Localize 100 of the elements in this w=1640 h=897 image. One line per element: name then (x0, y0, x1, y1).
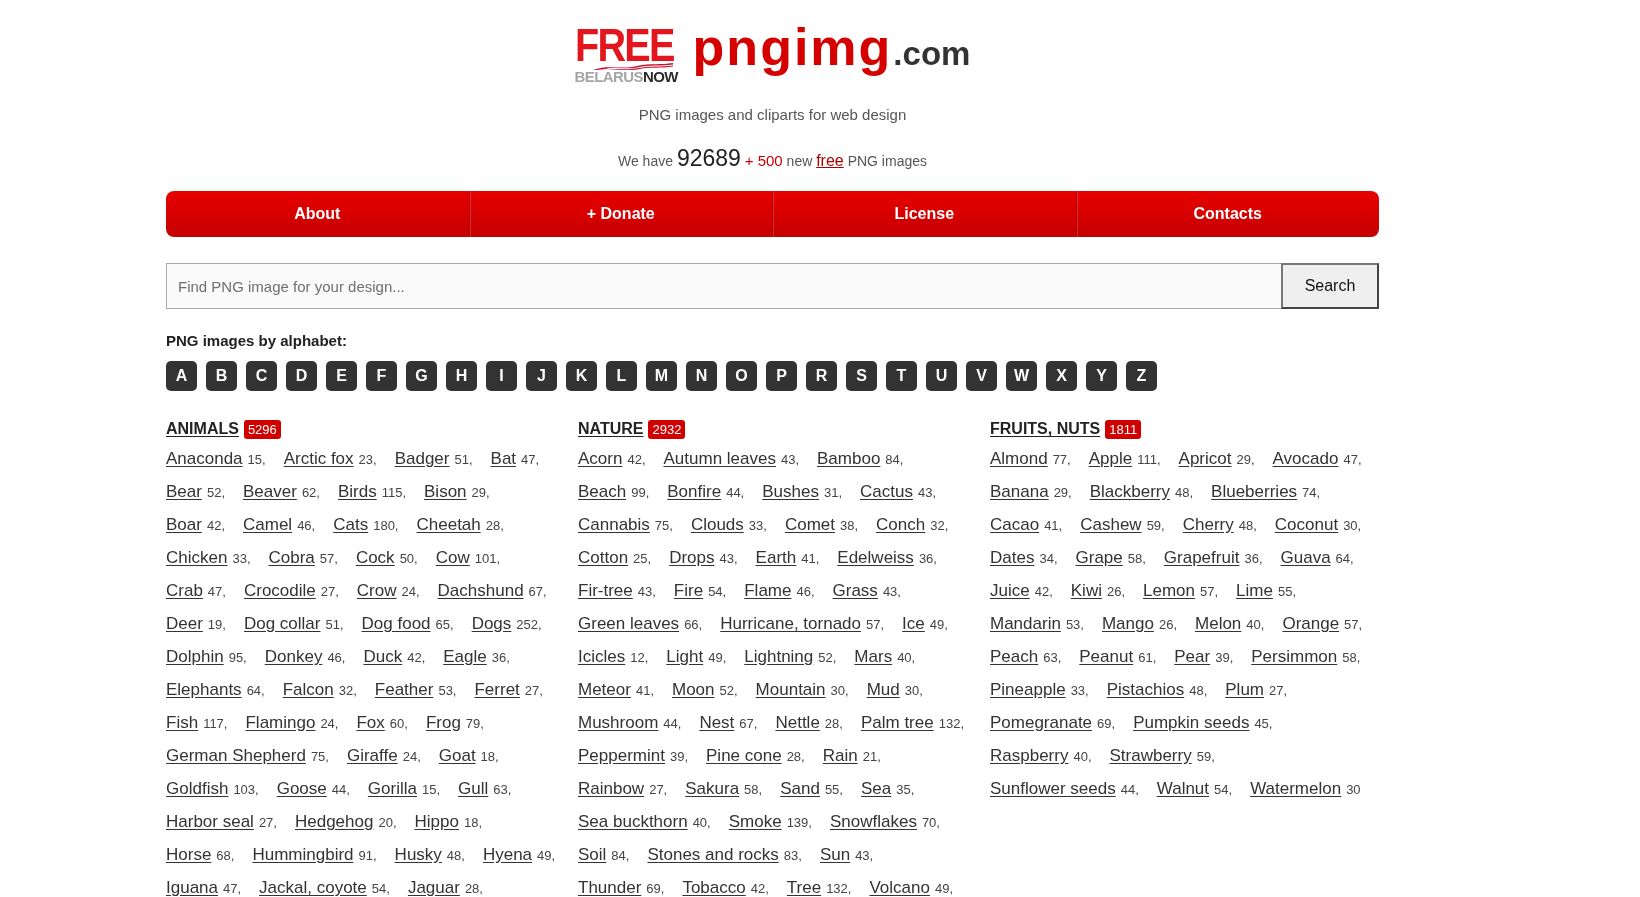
category-heading-link[interactable]: NATURE (578, 420, 644, 438)
category-link[interactable]: Gorilla (367, 773, 417, 805)
category-link[interactable]: Cashew (1080, 509, 1142, 541)
category-link[interactable]: Bison (424, 476, 467, 508)
category-link[interactable]: Bonfire (667, 476, 722, 508)
category-link[interactable]: Icicles (578, 641, 626, 673)
category-link[interactable]: Boar (166, 509, 202, 541)
category-link[interactable]: Cannabis (578, 509, 650, 541)
category-link[interactable]: Cobra (268, 542, 315, 574)
letter-button[interactable]: V (966, 361, 997, 391)
category-link[interactable]: Gull (458, 773, 489, 805)
category-link[interactable]: Dog food (361, 608, 431, 640)
letter-button[interactable]: U (926, 361, 957, 391)
category-link[interactable]: Goldfish (166, 773, 229, 805)
nav-button[interactable]: License (772, 191, 1076, 237)
category-link[interactable]: Fire (673, 575, 704, 607)
site-wordmark[interactable]: pngimg.com (692, 21, 971, 86)
category-link[interactable]: Grass (832, 575, 878, 607)
category-link[interactable]: Frog (425, 707, 461, 739)
category-link[interactable]: Mandarin (990, 608, 1061, 640)
category-link[interactable]: Mars (854, 641, 893, 673)
category-link[interactable]: Hummingbird (252, 839, 354, 871)
category-link[interactable]: Light (666, 641, 704, 673)
letter-button[interactable]: X (1046, 361, 1077, 391)
category-link[interactable]: Walnut (1156, 773, 1210, 805)
search-button[interactable]: Search (1281, 263, 1379, 309)
category-link[interactable]: Almond (990, 443, 1048, 475)
category-link[interactable]: Pistachios (1106, 674, 1185, 706)
category-heading-link[interactable]: ANIMALS (166, 420, 239, 438)
category-link[interactable]: Sea (860, 773, 892, 805)
category-link[interactable]: Pomegranate (990, 707, 1093, 739)
category-link[interactable]: Camel (243, 509, 293, 541)
category-link[interactable]: Sakura (685, 773, 740, 805)
category-link[interactable]: Hyena (482, 839, 533, 871)
category-link[interactable]: Soil (578, 839, 607, 871)
category-link[interactable]: Blackberry (1089, 476, 1170, 508)
category-link[interactable]: Orange (1282, 608, 1340, 640)
category-link[interactable]: Banana (990, 476, 1049, 508)
category-link[interactable]: Ferret (474, 674, 520, 706)
letter-button[interactable]: T (886, 361, 917, 391)
category-link[interactable]: Dog collar (243, 608, 321, 640)
category-link[interactable]: Rainbow (578, 773, 645, 805)
category-link[interactable]: Eagle (443, 641, 487, 673)
category-link[interactable]: Lime (1236, 575, 1273, 607)
letter-button[interactable]: L (606, 361, 637, 391)
category-link[interactable]: Horse (166, 839, 212, 871)
category-link[interactable]: Smoke (728, 806, 782, 838)
category-link[interactable]: Cacao (990, 509, 1040, 541)
category-link[interactable]: Volcano (869, 872, 930, 897)
category-link[interactable]: Mountain (755, 674, 826, 706)
category-link[interactable]: Beach (578, 476, 627, 508)
category-link[interactable]: Rain (822, 740, 858, 772)
category-link[interactable]: Hedgehog (294, 806, 374, 838)
category-link[interactable]: Peanut (1079, 641, 1134, 673)
category-link[interactable]: Melon (1195, 608, 1242, 640)
category-link[interactable]: Fir-tree (578, 575, 633, 607)
category-link[interactable]: Hippo (414, 806, 459, 838)
category-link[interactable]: Lightning (744, 641, 814, 673)
category-link[interactable]: Clouds (690, 509, 744, 541)
category-link[interactable]: Duck (363, 641, 403, 673)
category-link[interactable]: Sea buckthorn (578, 806, 688, 838)
category-link[interactable]: Cotton (578, 542, 629, 574)
category-link[interactable]: Goat (438, 740, 476, 772)
letter-button[interactable]: K (566, 361, 597, 391)
category-link[interactable]: Sand (780, 773, 820, 805)
category-link[interactable]: Jackal, coyote (259, 872, 367, 897)
category-link[interactable]: Moon (672, 674, 715, 706)
category-link[interactable]: Apple (1088, 443, 1133, 475)
letter-button[interactable]: M (646, 361, 677, 391)
category-link[interactable]: Giraffe (346, 740, 398, 772)
category-link[interactable]: Hurricane, tornado (720, 608, 861, 640)
category-link[interactable]: Beaver (243, 476, 297, 508)
free-link[interactable]: free (816, 152, 844, 169)
category-link[interactable]: Bear (166, 476, 202, 508)
category-link[interactable]: Falcon (282, 674, 334, 706)
category-link[interactable]: Pumpkin seeds (1133, 707, 1250, 739)
letter-button[interactable]: C (246, 361, 277, 391)
category-link[interactable]: Flamingo (245, 707, 316, 739)
category-link[interactable]: Kiwi (1070, 575, 1102, 607)
category-link[interactable]: Badger (394, 443, 450, 475)
category-link[interactable]: Earth (755, 542, 797, 574)
category-link[interactable]: Cow (435, 542, 470, 574)
category-link[interactable]: Feather (374, 674, 434, 706)
category-link[interactable]: Juice (990, 575, 1030, 607)
category-link[interactable]: Peach (990, 641, 1039, 673)
letter-button[interactable]: G (406, 361, 437, 391)
category-link[interactable]: Sun (819, 839, 851, 871)
category-link[interactable]: Crab (166, 575, 203, 607)
category-link[interactable]: Crow (356, 575, 397, 607)
category-link[interactable]: Deer (166, 608, 203, 640)
category-link[interactable]: Drops (669, 542, 715, 574)
category-link[interactable]: Harbor seal (166, 806, 254, 838)
category-link[interactable]: Donkey (264, 641, 323, 673)
category-link[interactable]: Conch (876, 509, 926, 541)
nav-button[interactable]: Contacts (1075, 191, 1379, 237)
category-link[interactable]: Anaconda (166, 443, 243, 475)
category-link[interactable]: Strawberry (1109, 740, 1192, 772)
letter-button[interactable]: H (446, 361, 477, 391)
category-link[interactable]: Pine cone (706, 740, 782, 772)
category-link[interactable]: Avocado (1272, 443, 1339, 475)
